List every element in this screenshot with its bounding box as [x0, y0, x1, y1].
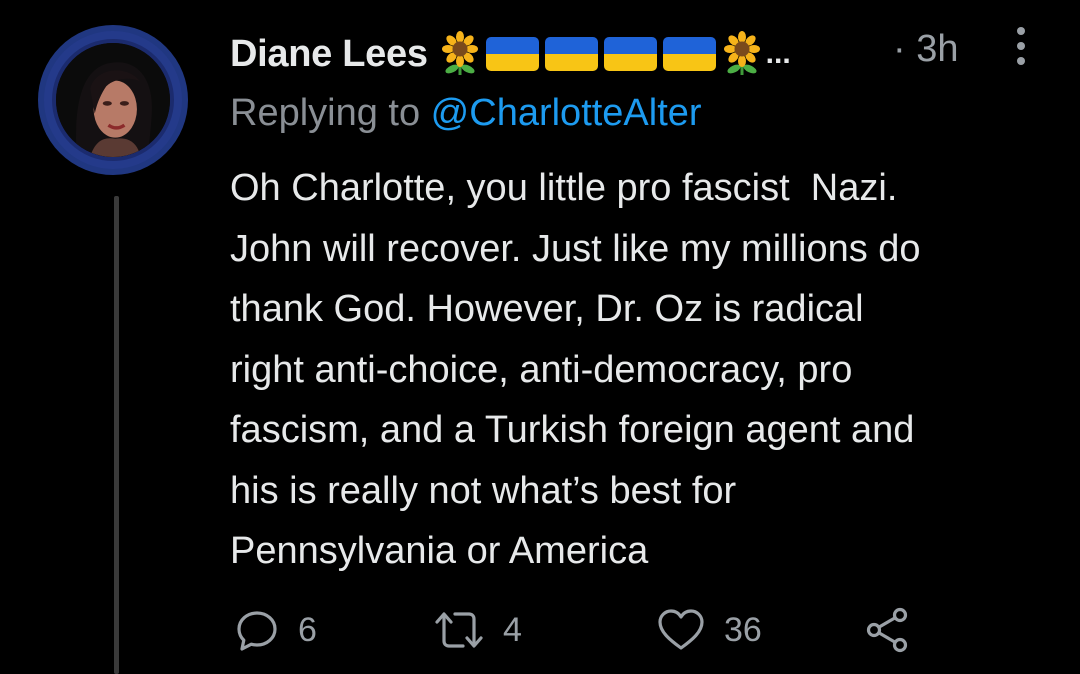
tweet-body-line: thank God. However, Dr. Oz is radical: [230, 288, 864, 330]
tweet-body-line: right anti-choice, anti-democracy, pro: [230, 348, 853, 391]
like-button[interactable]: 36: [656, 600, 762, 660]
reply-handle-link[interactable]: @CharlotteAlter: [431, 92, 702, 134]
retweet-button[interactable]: 4: [433, 600, 522, 660]
tweet-body-line: John will recover. Just like my millions…: [230, 227, 921, 270]
ukraine-flag-icon: [485, 37, 539, 71]
retweet-count: 4: [503, 610, 522, 649]
name-truncation: ...: [765, 37, 791, 70]
replying-to-label: Replying to: [230, 92, 431, 134]
tweet-body-line: Oh Charlotte, you little pro fascist Naz…: [230, 167, 898, 209]
heart-icon: [658, 609, 704, 650]
reply-icon: [237, 611, 277, 651]
tweet-header: Diane Lees ...: [230, 26, 791, 82]
sunflower-icon: [723, 31, 760, 75]
name-emojis: [440, 31, 762, 77]
reply-button[interactable]: 6: [234, 600, 317, 660]
replying-to: Replying to @CharlotteAlter: [230, 92, 702, 135]
more-options-icon[interactable]: [1008, 24, 1034, 68]
tweet-body: Oh Charlotte, you little pro fascist Naz…: [230, 158, 1060, 582]
sunflower-icon: [441, 31, 478, 75]
ukraine-flag-icon: [544, 37, 598, 71]
like-count: 36: [724, 610, 762, 649]
share-button[interactable]: [862, 600, 912, 660]
ukraine-flag-icon: [662, 37, 716, 71]
reply-count: 6: [298, 610, 317, 649]
share-icon: [866, 607, 908, 653]
ukraine-flag-icon: [603, 37, 657, 71]
tweet-body-line: Pennsylvania or America: [230, 530, 649, 572]
tweet-body-line: fascism, and a Turkish foreign agent and: [230, 409, 915, 451]
retweet-icon: [435, 612, 483, 648]
tweet-body-line: his is really not what’s best for: [230, 469, 737, 512]
avatar-photo: [56, 43, 170, 157]
action-bar: 6 4 36: [0, 600, 1080, 660]
timestamp[interactable]: · 3h: [893, 28, 958, 71]
avatar[interactable]: [52, 39, 174, 161]
display-name[interactable]: Diane Lees: [230, 33, 428, 76]
tweet[interactable]: Diane Lees ... · 3h Replying to @Charlot…: [0, 0, 1080, 674]
